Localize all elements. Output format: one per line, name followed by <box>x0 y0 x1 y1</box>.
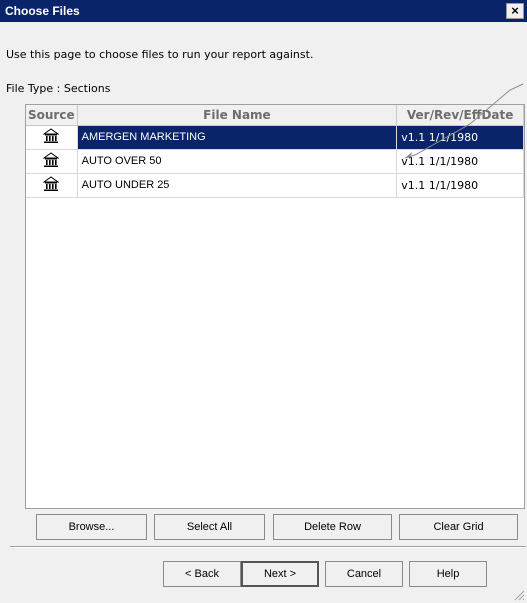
intro-text: Use this page to choose files to run you… <box>6 48 314 61</box>
repository-icon <box>42 151 60 171</box>
help-button[interactable]: Help <box>409 561 487 587</box>
version-cell[interactable]: v1.1 1/1/1980 <box>396 125 524 150</box>
source-cell <box>26 125 78 150</box>
source-cell <box>26 149 78 174</box>
repository-icon <box>42 175 60 195</box>
file-name-cell[interactable]: AUTO OVER 50 <box>77 149 398 174</box>
file-name-cell[interactable]: AMERGEN MARKETING <box>77 125 398 150</box>
back-button[interactable]: < Back <box>163 561 241 587</box>
next-button[interactable]: Next > <box>241 561 319 587</box>
column-header-source[interactable]: Source <box>26 105 78 126</box>
clear-grid-button[interactable]: Clear Grid <box>399 514 518 540</box>
column-header-ver[interactable]: Ver/Rev/EffDate <box>396 105 524 126</box>
source-cell <box>26 173 78 198</box>
files-grid[interactable]: Source File Name Ver/Rev/EffDate AMERGEN… <box>25 104 525 509</box>
table-row[interactable]: AMERGEN MARKETING v1.1 1/1/1980 <box>26 125 524 150</box>
delete-row-button[interactable]: Delete Row <box>273 514 392 540</box>
separator <box>10 546 526 548</box>
browse-button[interactable]: Browse... <box>36 514 147 540</box>
version-cell[interactable]: v1.1 1/1/1980 <box>396 173 524 198</box>
close-button[interactable]: × <box>506 3 524 19</box>
file-type-label: File Type : Sections <box>6 82 111 95</box>
column-header-file-name[interactable]: File Name <box>77 105 398 126</box>
files-table: Source File Name Ver/Rev/EffDate AMERGEN… <box>26 105 524 198</box>
cancel-button[interactable]: Cancel <box>325 561 403 587</box>
file-name-cell[interactable]: AUTO UNDER 25 <box>77 173 398 198</box>
resize-grip-icon[interactable] <box>512 588 525 601</box>
table-row[interactable]: AUTO OVER 50 v1.1 1/1/1980 <box>26 149 524 174</box>
version-cell[interactable]: v1.1 1/1/1980 <box>396 149 524 174</box>
title-bar: Choose Files × <box>0 0 527 22</box>
dialog-title: Choose Files <box>5 4 80 18</box>
select-all-button[interactable]: Select All <box>154 514 265 540</box>
table-row[interactable]: AUTO UNDER 25 v1.1 1/1/1980 <box>26 173 524 198</box>
repository-icon <box>42 127 60 147</box>
